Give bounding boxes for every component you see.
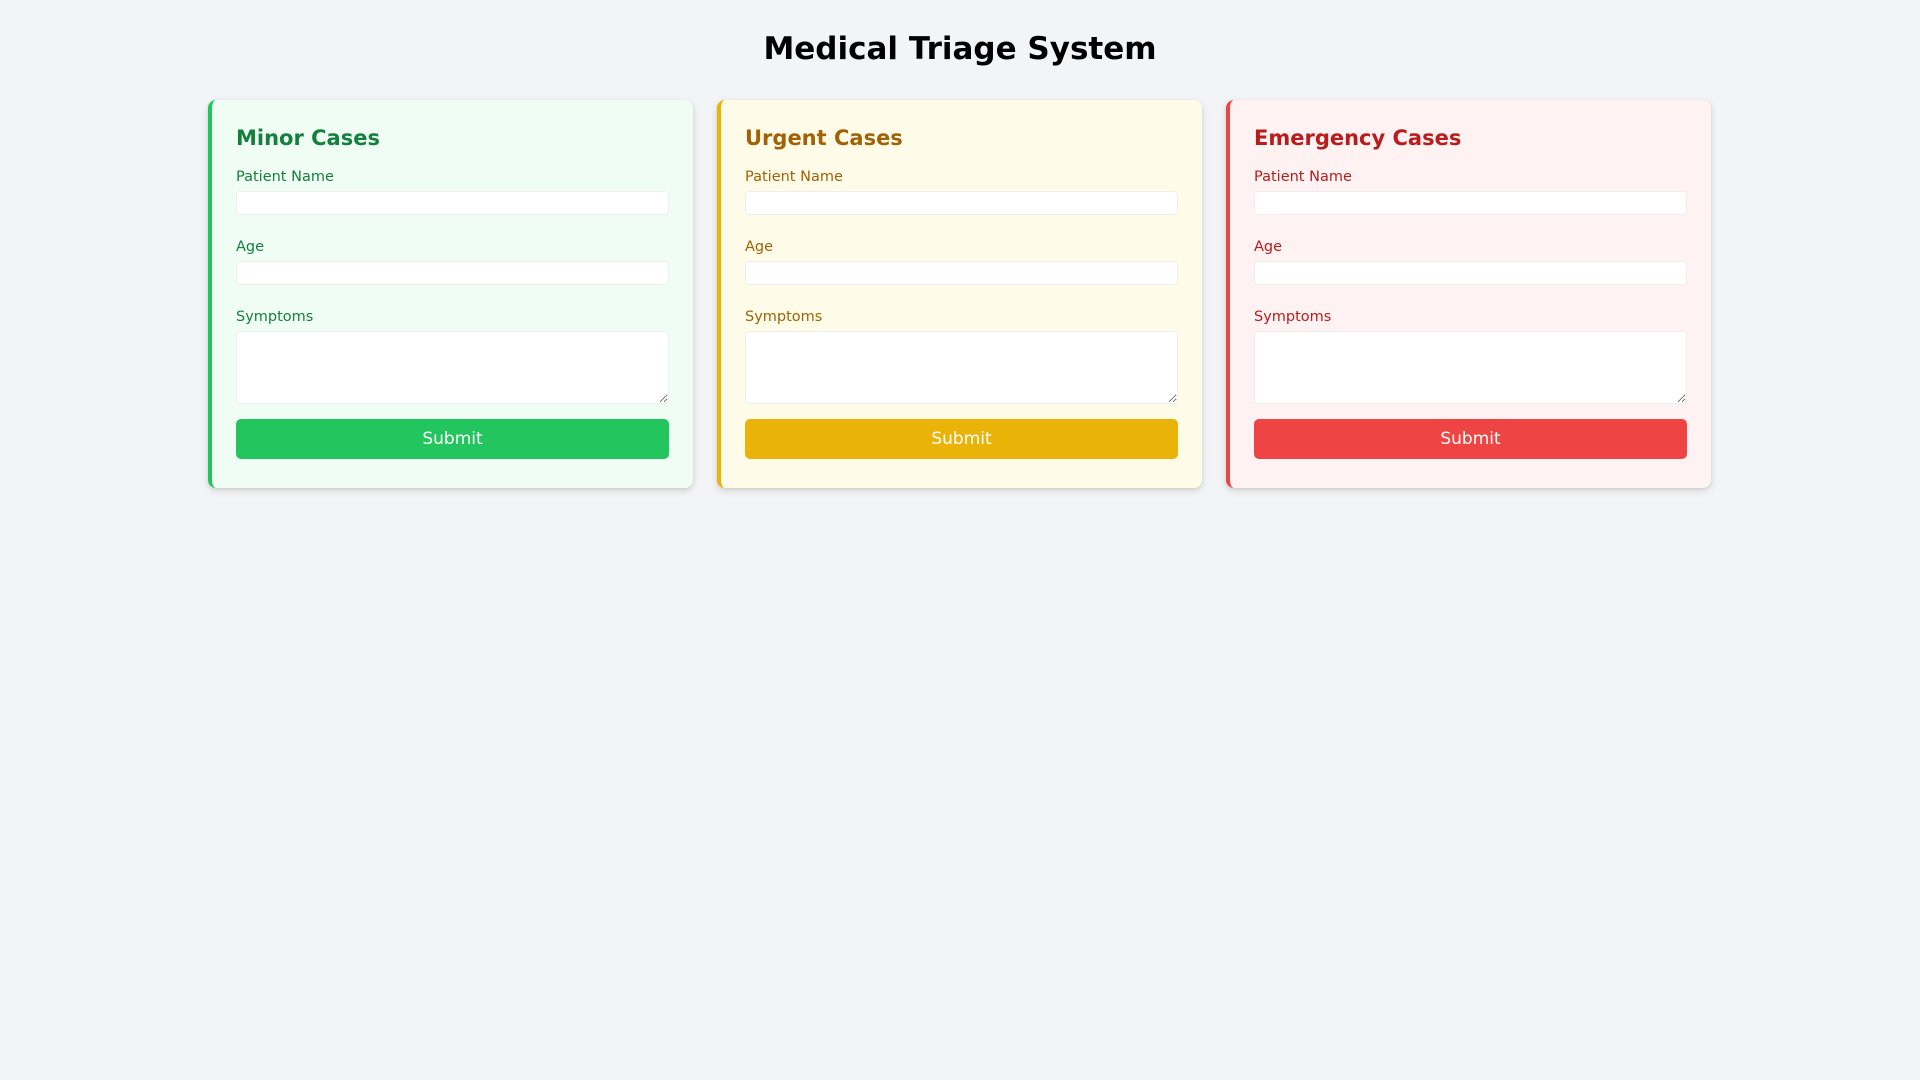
emergency-patient-name-input[interactable]: [1254, 191, 1687, 215]
minor-cases-title: Minor Cases: [236, 126, 380, 150]
emergency-cases-card: Emergency Cases Patient Name Age Symptom…: [1226, 100, 1711, 488]
minor-cases-card: Minor Cases Patient Name Age Symptoms Su…: [208, 100, 693, 488]
emergency-age-label: Age: [1254, 239, 1283, 255]
emergency-symptoms-label: Symptoms: [1254, 309, 1332, 325]
urgent-symptoms-textarea[interactable]: [745, 331, 1178, 404]
emergency-submit-button[interactable]: Submit: [1254, 419, 1687, 459]
triage-cards: Minor Cases Patient Name Age Symptoms Su…: [208, 100, 1712, 488]
urgent-age-label: Age: [745, 239, 774, 255]
urgent-submit-button[interactable]: Submit: [745, 419, 1178, 459]
minor-age-label: Age: [236, 239, 265, 255]
page-title: Medical Triage System: [763, 31, 1157, 67]
emergency-cases-title: Emergency Cases: [1254, 126, 1462, 150]
minor-submit-button[interactable]: Submit: [236, 419, 669, 459]
emergency-age-input[interactable]: [1254, 261, 1687, 285]
minor-patient-name-input[interactable]: [236, 191, 669, 215]
minor-symptoms-label: Symptoms: [236, 309, 314, 325]
minor-patient-name-label: Patient Name: [236, 169, 334, 185]
urgent-symptoms-label: Symptoms: [745, 309, 823, 325]
emergency-symptoms-textarea[interactable]: [1254, 331, 1687, 404]
urgent-patient-name-label: Patient Name: [745, 169, 843, 185]
minor-symptoms-textarea[interactable]: [236, 331, 669, 404]
urgent-age-input[interactable]: [745, 261, 1178, 285]
emergency-patient-name-label: Patient Name: [1254, 169, 1352, 185]
urgent-cases-card: Urgent Cases Patient Name Age Symptoms S…: [717, 100, 1202, 488]
minor-age-input[interactable]: [236, 261, 669, 285]
urgent-patient-name-input[interactable]: [745, 191, 1178, 215]
urgent-cases-title: Urgent Cases: [745, 126, 903, 150]
